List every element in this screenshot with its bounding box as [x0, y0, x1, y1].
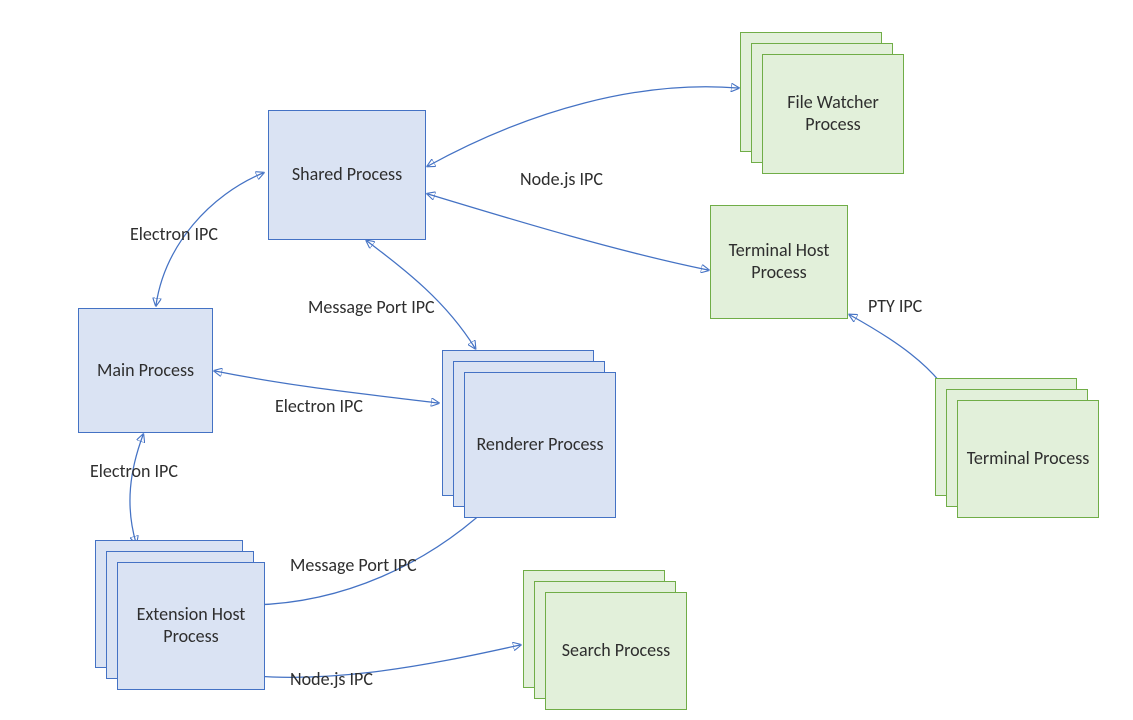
label-nodejs-ipc-shared-filewatcher: Node.js IPC — [520, 168, 603, 190]
label-electron-ipc-main-shared: Electron IPC — [130, 223, 218, 245]
shared-process-label: Shared Process — [286, 164, 408, 186]
node-terminal-host-process: Terminal Host Process — [710, 205, 848, 319]
label-message-port-ipc-shared-renderer: Message Port IPC — [308, 296, 435, 318]
extension-host-process-label: Extension Host Process — [118, 604, 264, 647]
renderer-process-label: Renderer Process — [470, 434, 609, 456]
terminal-process-label: Terminal Process — [961, 448, 1096, 470]
label-message-port-ipc-renderer-exthost: Message Port IPC — [290, 554, 417, 576]
file-watcher-process-label: File Watcher Process — [763, 92, 903, 135]
label-pty-ipc: PTY IPC — [868, 295, 922, 317]
node-shared-process: Shared Process — [268, 110, 426, 240]
label-electron-ipc-main-exthost: Electron IPC — [90, 460, 178, 482]
main-process-label: Main Process — [91, 360, 200, 382]
label-nodejs-ipc-exthost-search: Node.js IPC — [290, 668, 373, 690]
node-main-process: Main Process — [78, 308, 213, 433]
terminal-host-process-label: Terminal Host Process — [711, 240, 847, 283]
label-electron-ipc-main-renderer: Electron IPC — [275, 395, 363, 417]
search-process-label: Search Process — [556, 640, 676, 662]
